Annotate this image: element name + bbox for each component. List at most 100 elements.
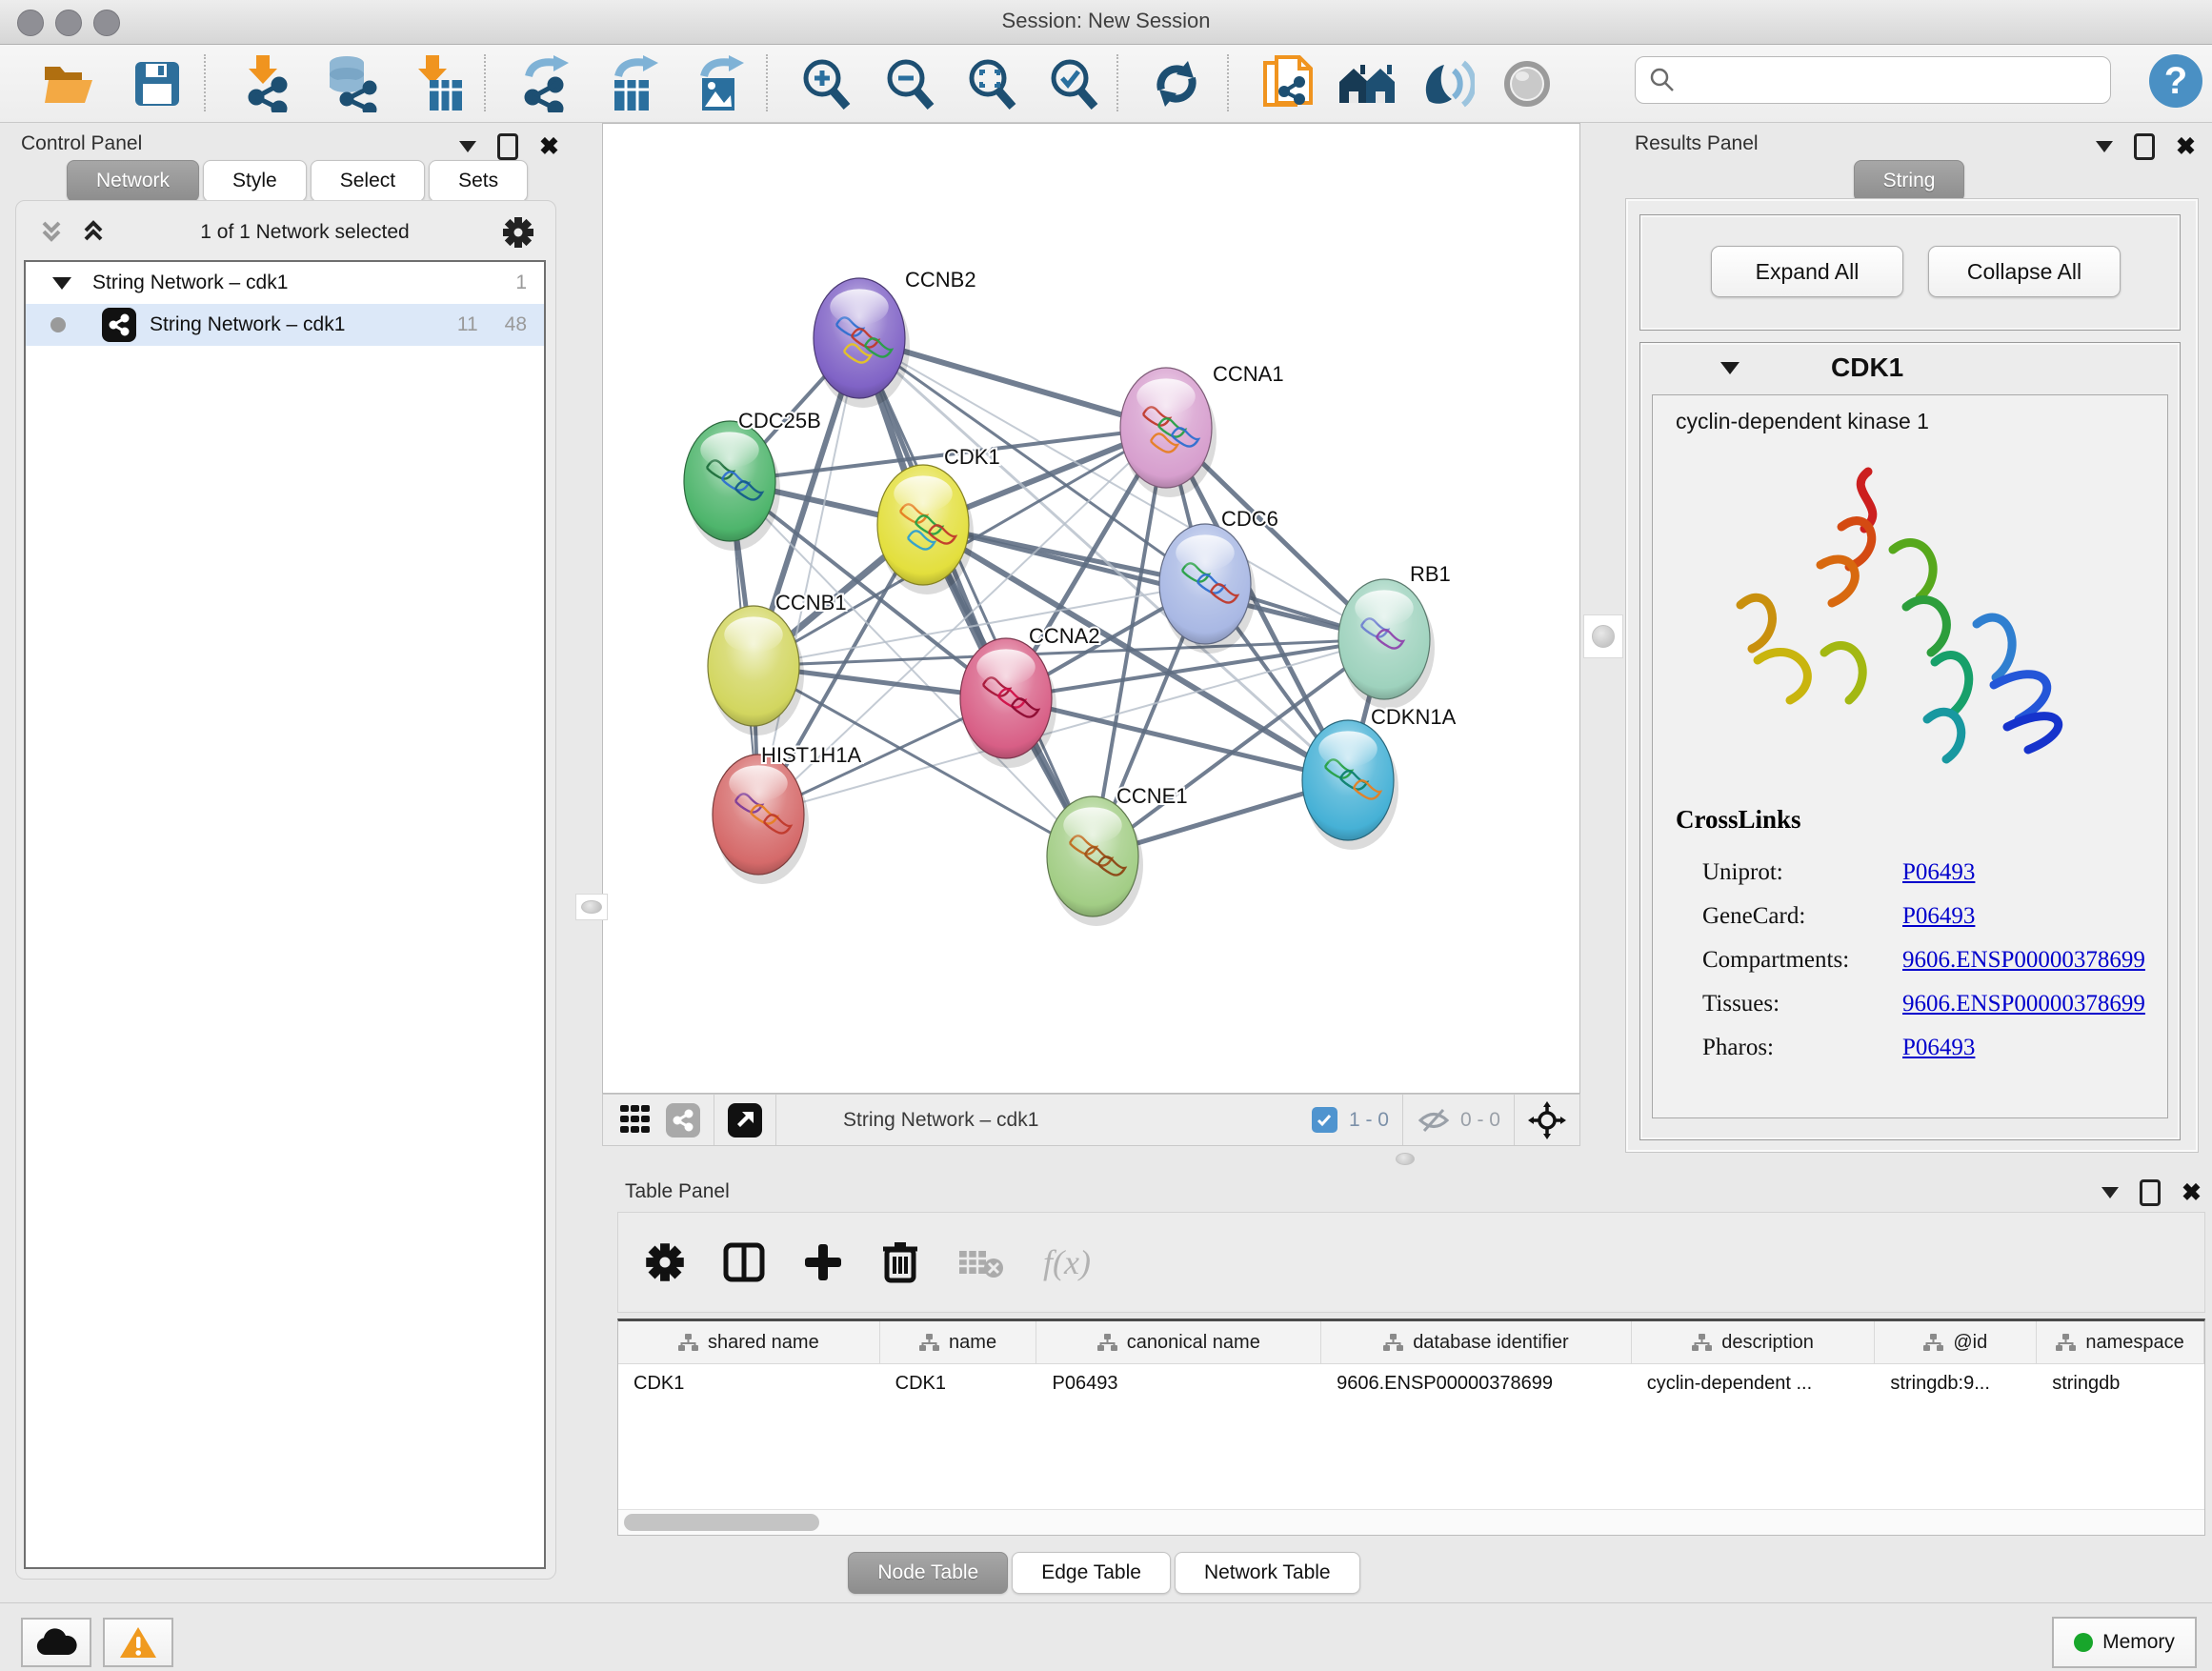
left-splitter-handle[interactable] bbox=[575, 894, 608, 920]
zoom-fit-content-icon[interactable] bbox=[960, 52, 1023, 115]
tab-network-table[interactable]: Network Table bbox=[1175, 1552, 1360, 1594]
hidden-eye-slash-icon[interactable] bbox=[1417, 1106, 1451, 1135]
collapse-all-chevrons-icon[interactable] bbox=[37, 218, 66, 247]
table-cell[interactable]: 9606.ENSP00000378699 bbox=[1321, 1364, 1632, 1402]
tab-node-table[interactable]: Node Table bbox=[848, 1552, 1008, 1594]
grid-view-icon[interactable] bbox=[618, 1103, 653, 1137]
level-of-detail-sphere-icon[interactable] bbox=[1496, 52, 1558, 115]
node-CDK1[interactable]: CDK1 bbox=[877, 445, 1000, 594]
table-cell[interactable]: stringdb bbox=[2037, 1364, 2204, 1402]
table-cell[interactable]: CDK1 bbox=[880, 1364, 1037, 1402]
crosslink-row: Pharos:P06493 bbox=[1702, 1026, 2150, 1070]
edge-CCNB2-CCNE1[interactable] bbox=[859, 338, 1093, 856]
node-HIST1H1A[interactable]: HIST1H1A bbox=[713, 743, 861, 884]
column-header-@id[interactable]: @id bbox=[1875, 1321, 2037, 1363]
save-session-floppy-icon[interactable] bbox=[126, 52, 189, 115]
column-header-description[interactable]: description bbox=[1632, 1321, 1876, 1363]
add-column-plus-icon[interactable] bbox=[803, 1242, 843, 1282]
export-image-icon[interactable] bbox=[688, 52, 751, 115]
tab-select[interactable]: Select bbox=[311, 160, 425, 202]
gene-section-header[interactable]: CDK1 bbox=[1640, 343, 2180, 393]
network-share-view-icon[interactable] bbox=[666, 1103, 700, 1137]
horizontal-splitter-handle[interactable] bbox=[1389, 1151, 1421, 1166]
export-network-icon[interactable] bbox=[514, 52, 577, 115]
column-header-database-identifier[interactable]: database identifier bbox=[1321, 1321, 1632, 1363]
scrollbar-thumb[interactable] bbox=[624, 1514, 819, 1531]
expand-all-button[interactable]: Expand All bbox=[1711, 246, 1903, 297]
node-CCNE1[interactable]: CCNE1 bbox=[1047, 784, 1188, 926]
float-panel-icon[interactable] bbox=[2134, 133, 2155, 160]
tab-style[interactable]: Style bbox=[203, 160, 307, 202]
node-RB1[interactable]: RB1 bbox=[1338, 562, 1451, 709]
delete-table-icon-disabled bbox=[957, 1245, 1005, 1279]
selected-checkbox-icon[interactable] bbox=[1312, 1107, 1337, 1133]
zoom-in-icon[interactable] bbox=[794, 52, 857, 115]
table-cell[interactable]: CDK1 bbox=[618, 1364, 880, 1402]
tab-edge-table[interactable]: Edge Table bbox=[1012, 1552, 1171, 1594]
detach-view-arrow-icon[interactable] bbox=[728, 1103, 762, 1137]
right-splitter-handle[interactable] bbox=[1583, 614, 1623, 658]
float-panel-icon[interactable] bbox=[497, 133, 518, 160]
delete-column-trash-icon[interactable] bbox=[881, 1240, 919, 1284]
table-cell[interactable]: cyclin-dependent ... bbox=[1632, 1364, 1876, 1402]
table-horizontal-scrollbar[interactable] bbox=[618, 1509, 2204, 1535]
column-header-namespace[interactable]: namespace bbox=[2037, 1321, 2204, 1363]
tab-network[interactable]: Network bbox=[67, 160, 199, 202]
column-header-shared-name[interactable]: shared name bbox=[618, 1321, 880, 1363]
warning-status-button[interactable] bbox=[103, 1618, 173, 1667]
table-options-gear-icon[interactable] bbox=[645, 1242, 685, 1282]
network-canvas[interactable]: CCNB2CCNA1CDC25BCDK1CDC6RB1CCNB1CCNA2CDK… bbox=[602, 123, 1580, 1094]
show-hide-graphics-details-icon[interactable] bbox=[1416, 52, 1478, 115]
network-options-gear-icon[interactable] bbox=[502, 216, 534, 249]
refresh-view-icon[interactable] bbox=[1145, 52, 1208, 115]
node-CCNA1[interactable]: CCNA1 bbox=[1120, 362, 1284, 497]
network-row-selected[interactable]: String Network – cdk1 11 48 bbox=[26, 304, 544, 346]
tab-sets[interactable]: Sets bbox=[429, 160, 528, 202]
birdseye-crosshair-icon[interactable] bbox=[1528, 1101, 1566, 1139]
collapse-all-button[interactable]: Collapse All bbox=[1928, 246, 2121, 297]
column-header-canonical-name[interactable]: canonical name bbox=[1036, 1321, 1321, 1363]
toolbar-search[interactable] bbox=[1635, 56, 2111, 104]
panel-menu-caret-icon[interactable] bbox=[2101, 1187, 2119, 1198]
network-collection-row[interactable]: String Network – cdk1 1 bbox=[26, 262, 544, 304]
crosslink-link[interactable]: 9606.ENSP00000378699 bbox=[1902, 991, 2145, 1017]
tab-string[interactable]: String bbox=[1854, 160, 1965, 202]
crosslink-link[interactable]: P06493 bbox=[1902, 1035, 1975, 1061]
node-table[interactable]: shared namenamecanonical namedatabase id… bbox=[617, 1319, 2205, 1536]
toolbar-separator bbox=[484, 54, 486, 111]
import-table-icon[interactable] bbox=[408, 52, 471, 115]
column-header-name[interactable]: name bbox=[880, 1321, 1037, 1363]
houses-icon[interactable] bbox=[1336, 52, 1398, 115]
zoom-selected-icon[interactable] bbox=[1042, 52, 1105, 115]
float-panel-icon[interactable] bbox=[2140, 1179, 2161, 1206]
close-panel-icon[interactable]: ✖ bbox=[2182, 1181, 2202, 1205]
import-network-database-icon[interactable] bbox=[322, 52, 385, 115]
table-cell[interactable]: P06493 bbox=[1036, 1364, 1321, 1402]
expand-all-chevrons-icon[interactable] bbox=[79, 218, 108, 247]
search-input[interactable] bbox=[1676, 69, 2110, 92]
clone-network-document-icon[interactable] bbox=[1257, 52, 1320, 115]
node-CDC6[interactable]: CDC6 bbox=[1159, 507, 1278, 654]
export-table-icon[interactable] bbox=[602, 52, 665, 115]
close-panel-icon[interactable]: ✖ bbox=[539, 135, 559, 159]
crosslink-link[interactable]: P06493 bbox=[1902, 903, 1975, 930]
zoom-out-icon[interactable] bbox=[878, 52, 941, 115]
node-CDKN1A[interactable]: CDKN1A bbox=[1302, 705, 1457, 850]
panel-menu-caret-icon[interactable] bbox=[2096, 141, 2113, 152]
show-columns-icon[interactable] bbox=[723, 1241, 765, 1283]
table-row[interactable]: CDK1CDK1P064939606.ENSP00000378699cyclin… bbox=[618, 1364, 2204, 1402]
open-session-folder-icon[interactable] bbox=[38, 52, 101, 115]
crosslink-link[interactable]: P06493 bbox=[1902, 859, 1975, 886]
import-network-icon[interactable] bbox=[236, 52, 299, 115]
close-panel-icon[interactable]: ✖ bbox=[2176, 135, 2196, 159]
cloud-status-button[interactable] bbox=[21, 1618, 91, 1667]
table-cell[interactable]: stringdb:9... bbox=[1875, 1364, 2037, 1402]
collection-count: 1 bbox=[515, 272, 527, 294]
memory-button[interactable]: Memory bbox=[2052, 1617, 2197, 1668]
help-icon[interactable]: ? bbox=[2149, 54, 2202, 108]
crosslink-link[interactable]: 9606.ENSP00000378699 bbox=[1902, 947, 2145, 974]
panel-menu-caret-icon[interactable] bbox=[459, 141, 476, 152]
gene-collapse-caret-icon[interactable] bbox=[1720, 362, 1739, 374]
node-CCNB2[interactable]: CCNB2 bbox=[814, 268, 976, 408]
tree-expand-caret-icon[interactable] bbox=[52, 277, 71, 290]
